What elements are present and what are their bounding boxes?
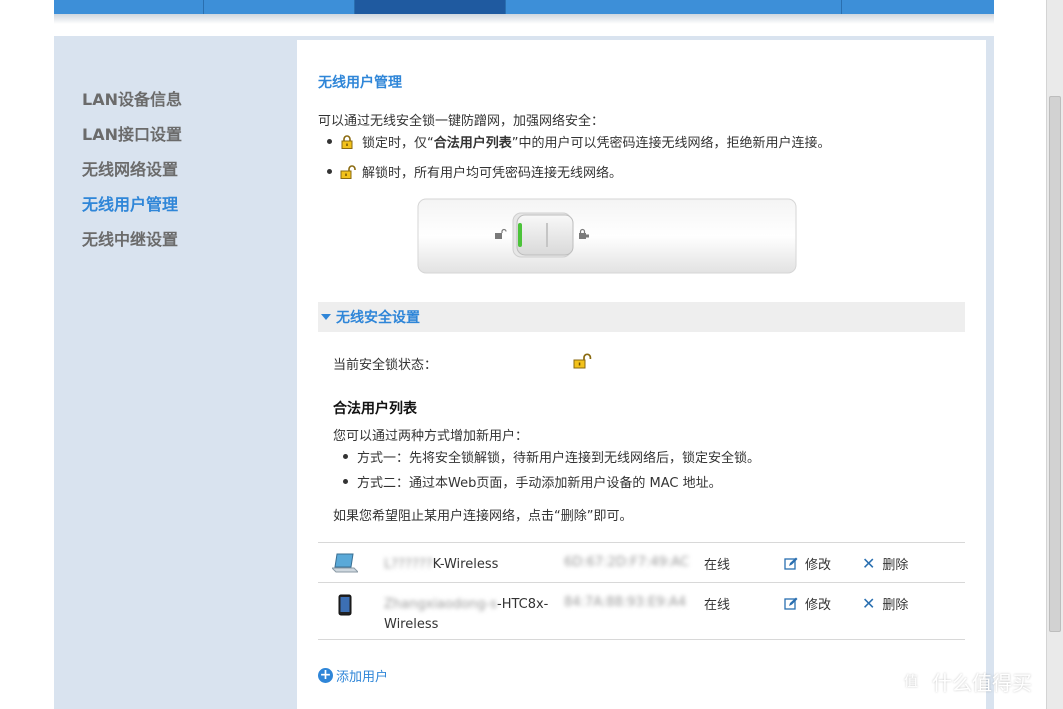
watermark-logo-icon: 值 (898, 668, 924, 695)
block-user-note: 如果您希望阻止某用户连接网络，点击“删除”即可。 (333, 509, 633, 524)
edit-icon (784, 557, 798, 570)
nav-tab-4[interactable] (506, 0, 842, 14)
method-2-text: 方式二：通过本Web页面，手动添加新用户设备的 MAC 地址。 (357, 476, 722, 491)
table-row: L??????K-Wireless 6D:67:2D:F7:49:AC 在线 修… (318, 542, 965, 582)
edit-icon (784, 597, 798, 610)
device-name-redacted: Zhangxiaodong-s (384, 597, 497, 612)
laptop-icon (330, 551, 360, 579)
nav-tab-5[interactable] (842, 0, 994, 14)
add-user-button[interactable]: + 添加用户 (318, 666, 388, 685)
unlocked-icon[interactable] (573, 353, 593, 373)
bullet-dot (343, 454, 348, 459)
sidebar-item-lan-device-info[interactable]: LAN设备信息 (82, 86, 182, 110)
device-name-visible: K-Wireless (432, 557, 499, 572)
vertical-scrollbar[interactable] (1046, 0, 1063, 709)
locked-text-prefix: 锁定时，仅“ (362, 136, 434, 151)
watermark-text: 什么值得买 (932, 671, 1032, 695)
device-status: 在线 (704, 598, 731, 613)
method-1: 方式一：先将安全锁解锁，待新用户连接到无线网络后，锁定安全锁。 (343, 447, 760, 466)
edit-button[interactable]: 修改 (784, 554, 831, 573)
table-row: Zhangxiaodong-s-HTC8x- Wireless 84:7A:88… (318, 582, 965, 640)
method-1-text: 方式一：先将安全锁解锁，待新用户连接到无线网络后，锁定安全锁。 (357, 451, 761, 466)
section-title: 无线安全设置 (336, 310, 420, 326)
add-user-label: 添加用户 (336, 670, 389, 685)
sidebar-item-wireless-network[interactable]: 无线网络设置 (82, 156, 178, 180)
device-mac: 6D:67:2D:F7:49:AC (564, 555, 690, 570)
device-name-redacted: L?????? (384, 557, 433, 572)
intro-text: 可以通过无线安全锁一键防蹭网，加强网络安全： (318, 114, 605, 129)
delete-label: 删除 (882, 558, 909, 573)
nav-tab-1[interactable] (54, 0, 204, 14)
delete-button[interactable]: ✕ 删除 (862, 594, 908, 613)
method-2: 方式二：通过本Web页面，手动添加新用户设备的 MAC 地址。 (343, 472, 722, 491)
bullet-dot (343, 479, 348, 484)
bullet-dot (327, 139, 332, 144)
nav-shadow (54, 14, 994, 24)
phone-icon (338, 594, 352, 620)
sidebar-item-wireless-repeater[interactable]: 无线中继设置 (82, 226, 178, 250)
device-name: L??????K-Wireless (384, 555, 554, 575)
main-panel: 无线用户管理 可以通过无线安全锁一键防蹭网，加强网络安全： 锁定时，仅“ 合法用… (297, 40, 986, 709)
locked-icon (340, 134, 354, 149)
content-frame: LAN设备信息 LAN接口设置 无线网络设置 无线用户管理 无线中继设置 无线用… (54, 36, 994, 709)
nav-tab-3[interactable] (355, 0, 506, 14)
device-name-line2: Wireless (384, 617, 439, 632)
sidebar-item-wireless-user-mgmt[interactable]: 无线用户管理 (82, 191, 178, 215)
lock-status-label: 当前安全锁状态： (333, 358, 438, 373)
delete-label: 删除 (882, 598, 909, 613)
close-icon: ✕ (862, 554, 876, 573)
edit-button[interactable]: 修改 (784, 594, 831, 613)
sidebar: LAN设备信息 LAN接口设置 无线网络设置 无线用户管理 无线中继设置 (54, 36, 297, 709)
bullet-unlocked: 解锁时，所有用户均可凭密码连接无线网络。 (327, 162, 622, 181)
watermark: 值 什么值得买 (898, 667, 1032, 696)
legal-user-list-desc: 您可以通过两种方式增加新用户： (333, 429, 529, 444)
device-name: Zhangxiaodong-s-HTC8x- Wireless (384, 595, 554, 635)
sidebar-item-lan-interface[interactable]: LAN接口设置 (82, 121, 182, 145)
edit-label: 修改 (805, 598, 832, 613)
device-mac: 84:7A:88:93:E9:A4 (564, 595, 687, 610)
device-status: 在线 (704, 558, 731, 573)
locked-text-suffix: ”中的用户可以凭密码连接无线网络，拒绝新用户连接。 (511, 136, 831, 151)
device-table: L??????K-Wireless 6D:67:2D:F7:49:AC 在线 修… (318, 542, 965, 640)
close-icon: ✕ (862, 594, 876, 613)
edit-label: 修改 (805, 558, 832, 573)
nav-tab-2[interactable] (204, 0, 355, 14)
router-lock-switch-illustration (417, 197, 797, 275)
delete-button[interactable]: ✕ 删除 (862, 554, 908, 573)
unlocked-icon (340, 164, 356, 179)
section-header-wireless-security[interactable]: 无线安全设置 (318, 302, 965, 332)
legal-list-emphasis: 合法用户列表 (433, 136, 512, 151)
legal-user-list-title: 合法用户列表 (333, 401, 417, 417)
device-name-visible: -HTC8x- (497, 597, 549, 612)
bullet-locked: 锁定时，仅“ 合法用户列表 ”中的用户可以凭密码连接无线网络，拒绝新用户连接。 (327, 132, 831, 151)
scrollbar-thumb[interactable] (1049, 96, 1061, 632)
plus-icon: + (318, 667, 333, 683)
top-nav-bar (54, 0, 994, 14)
page-title: 无线用户管理 (318, 75, 402, 91)
chevron-down-icon (321, 314, 331, 320)
unlocked-text: 解锁时，所有用户均可凭密码连接无线网络。 (362, 166, 623, 181)
bullet-dot (327, 169, 332, 174)
